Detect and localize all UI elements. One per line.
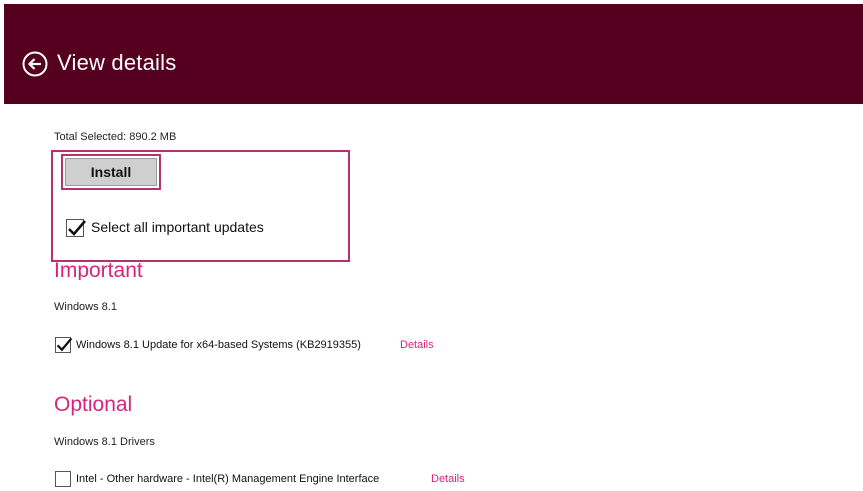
details-link-kb2919355[interactable]: Details	[400, 339, 434, 351]
select-all-checkbox[interactable]	[66, 219, 86, 237]
update-checkbox-intel-mei[interactable]	[55, 471, 71, 487]
circle-arrow-left-icon	[22, 51, 48, 77]
optional-heading: Optional	[54, 393, 133, 416]
back-button[interactable]	[22, 51, 48, 77]
update-label-intel-mei: Intel - Other hardware - Intel(R) Manage…	[76, 473, 380, 485]
page-title: View details	[57, 50, 177, 75]
important-group-label: Windows 8.1	[54, 301, 117, 313]
view-details-page: View details Total Selected: 890.2 MB In…	[0, 0, 863, 491]
checkmark-icon	[68, 220, 86, 236]
update-checkbox-kb2919355[interactable]	[55, 337, 73, 353]
checkmark-icon	[56, 337, 73, 352]
optional-group-label: Windows 8.1 Drivers	[54, 436, 155, 448]
details-link-intel-mei[interactable]: Details	[431, 473, 465, 485]
update-label-kb2919355: Windows 8.1 Update for x64-based Systems…	[76, 339, 361, 351]
install-button[interactable]: Install	[65, 158, 157, 186]
important-heading: Important	[54, 259, 143, 280]
total-selected-text: Total Selected: 890.2 MB	[54, 131, 177, 143]
select-all-label: Select all important updates	[91, 219, 264, 235]
header-bar: View details	[4, 4, 863, 104]
